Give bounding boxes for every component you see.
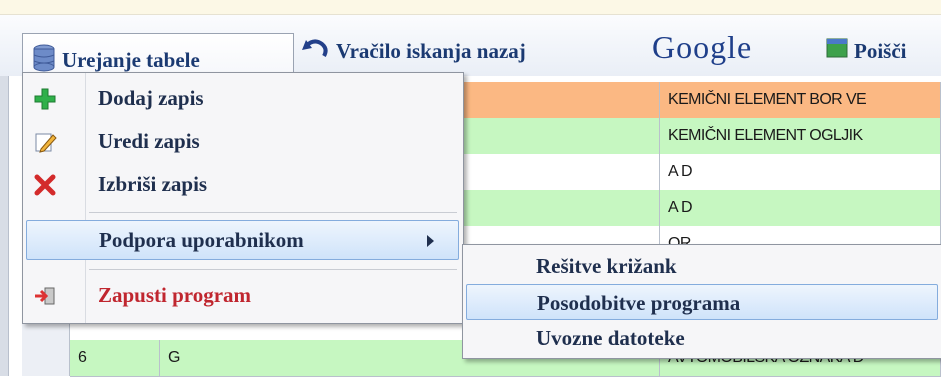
pencil-icon [33, 130, 57, 154]
google-button[interactable]: Google [652, 27, 752, 67]
submenu-item-label: Uvozne datoteke [536, 326, 685, 350]
submenu-item-label: Posodobitve programa [537, 291, 741, 315]
submenu-item-crossword-solutions[interactable]: Rešitve križank [463, 248, 941, 284]
plus-icon [33, 87, 57, 111]
undo-arrow-icon [300, 36, 330, 66]
submenu-item-label: Rešitve križank [536, 254, 677, 278]
toolbar: Urejanje tabele Vračilo iskanja nazaj Go… [0, 14, 941, 87]
top-strip [0, 0, 941, 14]
table-cell: KEMIČNI ELEMENT OGLJIK [660, 118, 941, 154]
menu-item-edit-record[interactable]: Uredi zapis [23, 122, 463, 162]
menu-item-label: Uredi zapis [98, 129, 200, 153]
user-support-submenu: Rešitve križank Posodobitve programa Uvo… [462, 244, 941, 359]
table-edit-label: Urejanje tabele [62, 48, 200, 72]
menu-item-delete-record[interactable]: Izbriši zapis [23, 165, 463, 205]
table-cell: 6 [70, 340, 160, 376]
menu-item-label: Podpora uporabnikom [99, 228, 304, 252]
grid-left-bar [0, 76, 9, 376]
search-button[interactable]: Poišči [826, 31, 907, 71]
search-back-label: Vračilo iskanja nazaj [336, 38, 526, 63]
delete-x-icon [33, 173, 57, 197]
table-cell: KEMIČNI ELEMENT BOR VE [660, 82, 941, 118]
exit-icon [33, 284, 57, 308]
menu-separator [89, 269, 457, 270]
table-cell: A D [660, 154, 941, 190]
google-label: Google [652, 28, 753, 65]
menu-item-label: Zapusti program [98, 283, 252, 307]
menu-item-user-support[interactable]: Podpora uporabnikom [26, 220, 459, 260]
menu-item-add-record[interactable]: Dodaj zapis [23, 79, 463, 119]
search-back-button[interactable]: Vračilo iskanja nazaj [300, 31, 526, 71]
submenu-item-program-updates[interactable]: Posodobitve programa [466, 284, 938, 320]
submenu-item-import-files[interactable]: Uvozne datoteke [463, 320, 941, 356]
submenu-arrow-icon [427, 235, 434, 247]
menu-item-label: Dodaj zapis [98, 86, 204, 110]
menu-item-label: Izbriši zapis [98, 172, 208, 196]
table-cell: A D [660, 190, 941, 226]
window-search-icon [826, 37, 848, 65]
menu-separator [89, 212, 457, 213]
table-edit-dropdown-menu: Dodaj zapis Uredi zapis Izbriši zapis Po… [22, 72, 464, 324]
search-label: Poišči [854, 38, 907, 63]
menu-item-exit-program[interactable]: Zapusti program [23, 276, 463, 316]
